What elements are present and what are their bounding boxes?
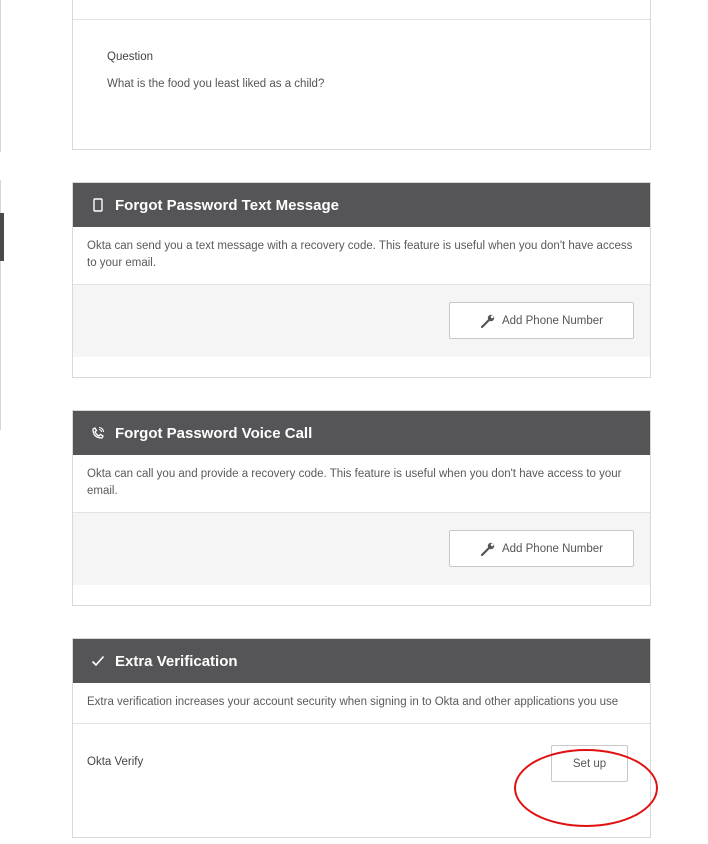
sms-add-phone-button[interactable]: Add Phone Number [449,302,634,339]
sms-card-description: Okta can send you a text message with a … [73,227,650,285]
voice-card-title: Forgot Password Voice Call [115,424,313,442]
extra-card-title: Extra Verification [115,652,238,670]
voice-card-header: Forgot Password Voice Call [73,411,650,455]
sms-card-footer: Add Phone Number [73,285,650,357]
question-label: Question [107,51,154,63]
sidebar-border-top [0,0,1,152]
okta-verify-label: Okta Verify [87,756,144,768]
security-question-divider [73,19,650,20]
checkmark-icon [89,652,107,670]
voice-recovery-card: Forgot Password Voice Call Okta can call… [72,410,651,606]
okta-verify-setup-button[interactable]: Set up [551,745,628,782]
sidebar-active-tab[interactable] [0,213,4,261]
sms-card-header: Forgot Password Text Message [73,183,650,227]
sms-card-title: Forgot Password Text Message [115,196,339,214]
wrench-icon [480,313,496,329]
security-question-card: Question What is the food you least like… [72,0,651,150]
mobile-phone-icon [89,196,107,214]
question-text: What is the food you least liked as a ch… [107,78,325,90]
extra-verification-card: Extra Verification Extra verification in… [72,638,651,838]
voice-card-description: Okta can call you and provide a recovery… [73,455,650,513]
voice-add-phone-button[interactable]: Add Phone Number [449,530,634,567]
wrench-icon [480,541,496,557]
extra-card-header: Extra Verification [73,639,650,683]
voice-add-phone-label: Add Phone Number [501,542,603,555]
phone-call-icon [89,424,107,442]
sms-recovery-card: Forgot Password Text Message Okta can se… [72,182,651,378]
voice-card-footer: Add Phone Number [73,513,650,585]
okta-verify-row: Okta Verify Set up [73,724,650,804]
sms-add-phone-label: Add Phone Number [501,314,603,327]
extra-card-description: Extra verification increases your accoun… [73,683,650,724]
